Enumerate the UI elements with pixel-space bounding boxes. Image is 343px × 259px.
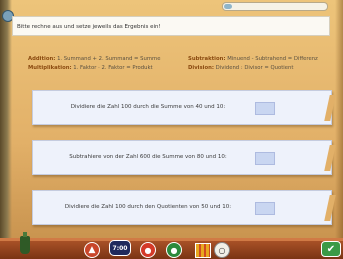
info-row-2: Multiplikation: 1. Faktor · 2. Faktor = …: [28, 64, 328, 73]
answer-input[interactable]: [255, 202, 275, 215]
multiplikation-text: 1. Faktor · 2. Faktor = Produkt: [73, 65, 153, 71]
division-text: Dividend : Divisor = Quotient: [215, 65, 294, 71]
task-text: Dividiere die Zahl 100 durch den Quotien…: [64, 204, 232, 210]
task-card: Dividiere die Zahl 100 durch die Summe v…: [32, 90, 336, 125]
task-text: Dividiere die Zahl 100 durch die Summe v…: [70, 104, 226, 110]
info-panel: Addition: 1. Summand + 2. Summand = Summ…: [28, 55, 328, 81]
left-edge: [0, 0, 14, 259]
answer-input[interactable]: [255, 152, 275, 165]
instruction-text: Bitte rechne aus und setze jeweils das E…: [17, 24, 161, 30]
task-card: Subtrahiere von der Zahl 600 die Summe v…: [32, 140, 336, 175]
instruction-bar: Bitte rechne aus und setze jeweils das E…: [12, 16, 330, 36]
task-text: Subtrahiere von der Zahl 600 die Summe v…: [69, 154, 227, 160]
subtraktion-entry: Subtraktion: Minuend - Subtrahend = Diff…: [188, 55, 318, 64]
up-arrow-button[interactable]: ▲: [84, 242, 100, 258]
toolbar-highlight: [0, 238, 343, 241]
white-button[interactable]: ○: [214, 242, 230, 258]
books-icon[interactable]: [195, 243, 211, 258]
subtraktion-text: Minuend - Subtrahend = Differenz: [227, 56, 318, 62]
addition-text: 1. Summand + 2. Summand = Summe: [57, 56, 161, 62]
division-label: Division:: [188, 65, 214, 71]
top-scrollbar[interactable]: [222, 2, 328, 11]
division-entry: Division: Dividend : Divisor = Quotient: [188, 64, 293, 73]
red-button[interactable]: ●: [140, 242, 156, 258]
right-edge: [335, 0, 343, 259]
multiplikation-label: Multiplikation:: [28, 65, 72, 71]
addition-label: Addition:: [28, 56, 56, 62]
subtraktion-label: Subtraktion:: [188, 56, 226, 62]
scrollbar-thumb[interactable]: [224, 4, 232, 9]
green-button[interactable]: ●: [166, 242, 182, 258]
task-card: Dividiere die Zahl 100 durch den Quotien…: [32, 190, 336, 225]
answer-input[interactable]: [255, 102, 275, 115]
bottle-icon[interactable]: [20, 232, 30, 254]
check-button[interactable]: ✔: [321, 241, 341, 257]
clock-button[interactable]: 7:00: [109, 240, 131, 256]
info-row-1: Addition: 1. Summand + 2. Summand = Summ…: [28, 55, 328, 64]
